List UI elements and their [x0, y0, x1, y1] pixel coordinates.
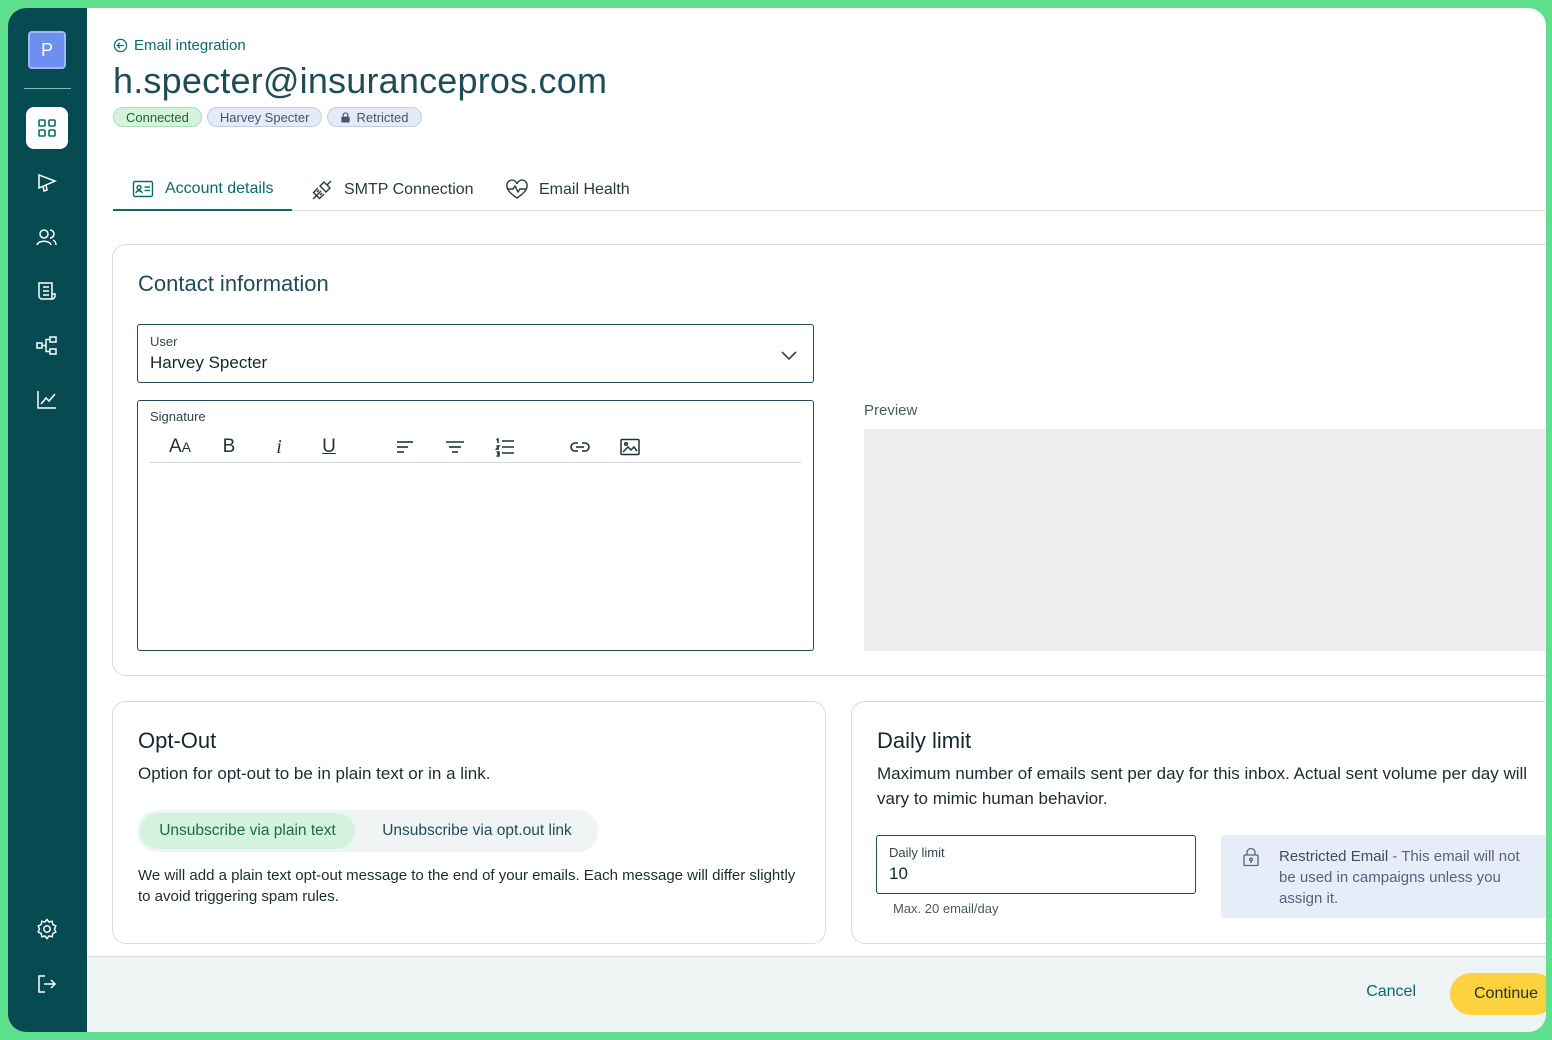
sidebar-item-templates[interactable] — [26, 270, 68, 312]
underline-button[interactable]: U — [317, 435, 341, 459]
tab-email-health[interactable]: Email Health — [487, 168, 648, 211]
user-select-value: Harvey Specter — [150, 353, 268, 372]
opt-out-title: Opt-Out — [138, 728, 217, 753]
contacts-icon — [36, 229, 57, 246]
connected-badge: Connected — [113, 107, 202, 127]
sidebar: P — [8, 8, 87, 1032]
sidebar-item-contacts[interactable] — [26, 216, 68, 258]
daily-limit-title: Daily limit — [877, 728, 972, 753]
restricted-email-notice: Restricted Email - This email will not b… — [1221, 835, 1546, 918]
align-center-icon — [446, 441, 464, 453]
sidebar-divider — [24, 88, 71, 89]
tab-bar: Account details SMTP Connection Email He… — [113, 168, 1546, 211]
italic-icon: i — [276, 435, 282, 458]
sidebar-item-logout[interactable] — [26, 963, 68, 1005]
logo-letter: P — [40, 39, 53, 60]
option-opt-out-link[interactable]: Unsubscribe via opt.out link — [359, 813, 595, 849]
bold-button[interactable]: B — [217, 435, 241, 459]
insert-image-button[interactable] — [618, 435, 642, 459]
opt-out-card: Opt-Out Option for opt-out to be in plai… — [112, 701, 826, 944]
workspace-logo[interactable]: P — [28, 31, 66, 69]
sidebar-item-campaigns[interactable] — [26, 161, 68, 203]
align-left-icon — [397, 441, 413, 453]
daily-limit-input[interactable]: Daily limit 10 — [876, 835, 1196, 894]
restricted-email-notice-text: Restricted Email - This email will not b… — [1279, 846, 1533, 909]
back-arrow-icon — [113, 38, 128, 53]
contact-information-title: Contact information — [138, 271, 329, 296]
heart-pulse-icon — [506, 178, 528, 199]
settings-icon — [37, 918, 57, 940]
bold-icon: B — [222, 436, 236, 457]
signature-label: Signature — [150, 409, 206, 424]
chevron-down-icon — [781, 351, 797, 361]
connected-badge-label: Connected — [126, 109, 189, 125]
logout-icon — [38, 975, 57, 993]
image-icon — [620, 438, 640, 456]
restricted-email-notice-heading: Restricted Email — [1279, 848, 1389, 865]
daily-limit-helper: Max. 20 email/day — [893, 901, 999, 916]
back-link[interactable]: Email integration — [113, 37, 246, 54]
tab-email-health-label: Email Health — [539, 180, 630, 198]
tab-account-details-label: Account details — [165, 179, 274, 197]
user-badge-label: Harvey Specter — [219, 109, 310, 125]
lock-icon — [341, 111, 351, 123]
workflow-icon — [36, 336, 57, 355]
daily-limit-description: Maximum number of emails sent per day fo… — [877, 764, 1528, 808]
restricted-badge-label: Retricted — [356, 109, 409, 125]
tab-account-details[interactable]: Account details — [113, 168, 292, 211]
contact-information-card: Contact information User Harvey Specter … — [112, 244, 1546, 676]
font-size-button[interactable]: AA — [167, 435, 193, 459]
align-left-button[interactable] — [393, 435, 417, 459]
footer-bar: Cancel Continue — [87, 956, 1546, 1032]
align-center-button[interactable] — [443, 435, 467, 459]
signature-editor: Signature AA B i U — [137, 400, 814, 651]
id-card-icon — [132, 180, 154, 197]
main-content: Email integration h.specter@insurancepro… — [87, 8, 1546, 1032]
signature-toolbar: AA B i U — [150, 431, 801, 463]
campaign-icon — [38, 173, 57, 192]
page-title: h.specter@insurancepros.com — [113, 60, 608, 101]
signature-preview — [864, 429, 1546, 651]
tab-smtp-connection[interactable]: SMTP Connection — [292, 168, 492, 211]
numbered-list-icon — [494, 437, 514, 457]
insert-link-button[interactable] — [568, 435, 592, 459]
tab-smtp-connection-label: SMTP Connection — [344, 180, 474, 198]
cancel-button[interactable]: Cancel — [1366, 983, 1416, 1001]
status-badges: Connected Harvey Specter Retricted — [113, 107, 422, 127]
app-window: P Email integration h.specter@insurancep… — [8, 8, 1546, 1032]
lock-icon — [1243, 847, 1259, 867]
option-plain-text[interactable]: Unsubscribe via plain text — [140, 813, 355, 849]
signature-text-area[interactable] — [150, 471, 801, 638]
link-icon — [570, 442, 590, 452]
font-size-icon: AA — [168, 436, 192, 457]
daily-limit-input-value: 10 — [889, 864, 908, 883]
opt-out-description: Option for opt-out to be in plain text o… — [138, 764, 491, 783]
italic-button[interactable]: i — [267, 435, 291, 459]
dashboard-icon — [38, 119, 56, 137]
sidebar-item-dashboard[interactable] — [26, 107, 68, 149]
back-link-label: Email integration — [134, 37, 246, 54]
sidebar-item-analytics[interactable] — [26, 379, 68, 421]
underline-icon: U — [322, 436, 336, 457]
user-select-label: User — [150, 334, 178, 349]
daily-limit-input-label: Daily limit — [889, 845, 945, 860]
restricted-badge: Retricted — [327, 107, 422, 127]
opt-out-toggle: Unsubscribe via plain text Unsubscribe v… — [137, 810, 598, 852]
continue-button[interactable]: Continue — [1450, 973, 1546, 1015]
daily-limit-card: Daily limit Maximum number of emails sen… — [851, 701, 1546, 944]
sidebar-item-workflows[interactable] — [26, 325, 68, 367]
plug-icon — [312, 180, 332, 199]
user-badge: Harvey Specter — [206, 107, 323, 127]
preview-label: Preview — [864, 402, 918, 419]
numbered-list-button[interactable] — [493, 435, 517, 459]
sidebar-item-settings[interactable] — [26, 908, 68, 950]
analytics-icon — [37, 391, 56, 409]
templates-icon — [38, 282, 56, 300]
user-select[interactable]: User Harvey Specter — [137, 324, 814, 383]
opt-out-info: We will add a plain text opt-out message… — [138, 867, 796, 905]
